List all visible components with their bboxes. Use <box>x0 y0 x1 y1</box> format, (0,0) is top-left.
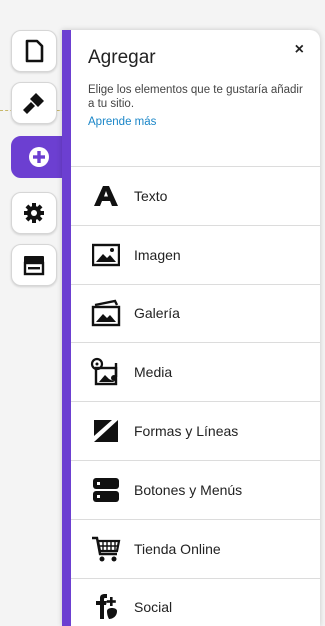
add-buttons-item[interactable]: Botones y Menús <box>71 459 320 519</box>
social-icon <box>88 591 124 623</box>
text-icon <box>88 180 124 212</box>
add-store-item[interactable]: Tienda Online <box>71 518 320 578</box>
buttons-icon <box>88 474 124 506</box>
design-button[interactable] <box>11 82 57 124</box>
item-label: Tienda Online <box>134 540 221 557</box>
paintbrush-icon <box>23 93 44 114</box>
item-label: Formas y Líneas <box>134 423 239 440</box>
item-label: Imagen <box>134 246 181 263</box>
panel-description: Elige los elementos que te gustaría añad… <box>88 84 303 110</box>
element-list: Texto Imagen Galería Media Formas y Líne… <box>71 166 320 626</box>
shapes-icon <box>88 415 124 447</box>
page-icon <box>25 39 44 63</box>
settings-button[interactable] <box>11 192 57 234</box>
add-shapes-item[interactable]: Formas y Líneas <box>71 401 320 460</box>
add-panel: Agregar × Elige los elementos que te gus… <box>62 30 320 626</box>
media-icon <box>88 356 124 388</box>
add-text-item[interactable]: Texto <box>71 166 320 225</box>
add-social-item[interactable]: Social <box>71 577 320 626</box>
pages-button[interactable] <box>11 30 57 72</box>
gear-icon <box>24 203 44 223</box>
gallery-icon <box>88 297 124 329</box>
panel-header: Agregar × Elige los elementos que te gus… <box>71 30 320 165</box>
close-button[interactable]: × <box>295 42 304 58</box>
item-label: Texto <box>134 187 168 204</box>
add-button[interactable] <box>11 136 67 178</box>
plus-circle-icon <box>29 147 49 167</box>
item-label: Galería <box>134 305 180 322</box>
item-label: Botones y Menús <box>134 481 243 498</box>
panel-title: Agregar <box>88 47 156 68</box>
shopping-cart-icon <box>88 533 124 565</box>
add-image-item[interactable]: Imagen <box>71 224 320 284</box>
editor-page: Agregar × Elige los elementos que te gus… <box>0 0 325 626</box>
storefront-icon <box>23 256 45 276</box>
add-gallery-item[interactable]: Galería <box>71 283 320 343</box>
learn-more-link[interactable]: Aprende más <box>88 116 156 128</box>
add-media-item[interactable]: Media <box>71 342 320 401</box>
image-icon <box>88 239 124 271</box>
item-label: Media <box>134 364 173 381</box>
item-label: Social <box>134 599 173 616</box>
store-button[interactable] <box>11 244 57 286</box>
